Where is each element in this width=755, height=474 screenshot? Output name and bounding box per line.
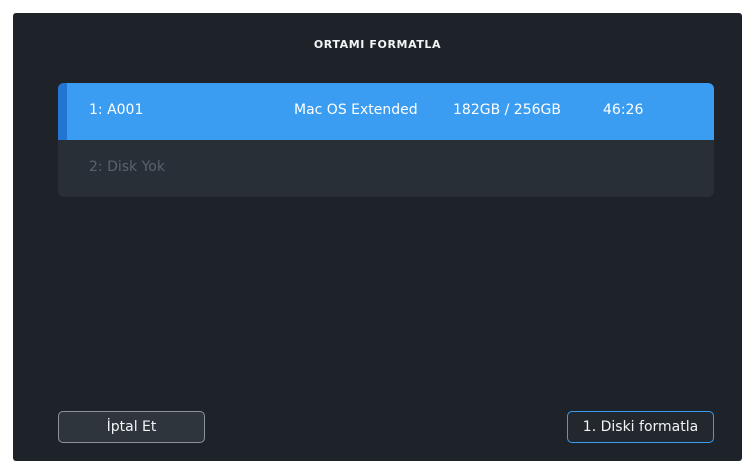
cancel-button[interactable]: İptal Et	[58, 411, 205, 443]
format-disk-button[interactable]: 1. Diski formatla	[567, 411, 714, 443]
disk-row-1[interactable]: 1: A001 Mac OS Extended 182GB / 256GB 46…	[58, 83, 714, 140]
disk-name: 1: A001	[89, 102, 144, 118]
format-media-dialog: ORTAMI FORMATLA 1: A001 Mac OS Extended …	[13, 13, 742, 461]
disk-remaining-time: 46:26	[603, 102, 644, 118]
dialog-title: ORTAMI FORMATLA	[313, 38, 442, 51]
disk-row-2: 2: Disk Yok	[58, 140, 714, 197]
disk-list: 1: A001 Mac OS Extended 182GB / 256GB 46…	[58, 83, 714, 197]
disk-name: 2: Disk Yok	[89, 159, 165, 175]
disk-filesystem: Mac OS Extended	[294, 102, 418, 118]
selection-indicator	[58, 83, 67, 140]
disk-capacity: 182GB / 256GB	[453, 102, 561, 118]
